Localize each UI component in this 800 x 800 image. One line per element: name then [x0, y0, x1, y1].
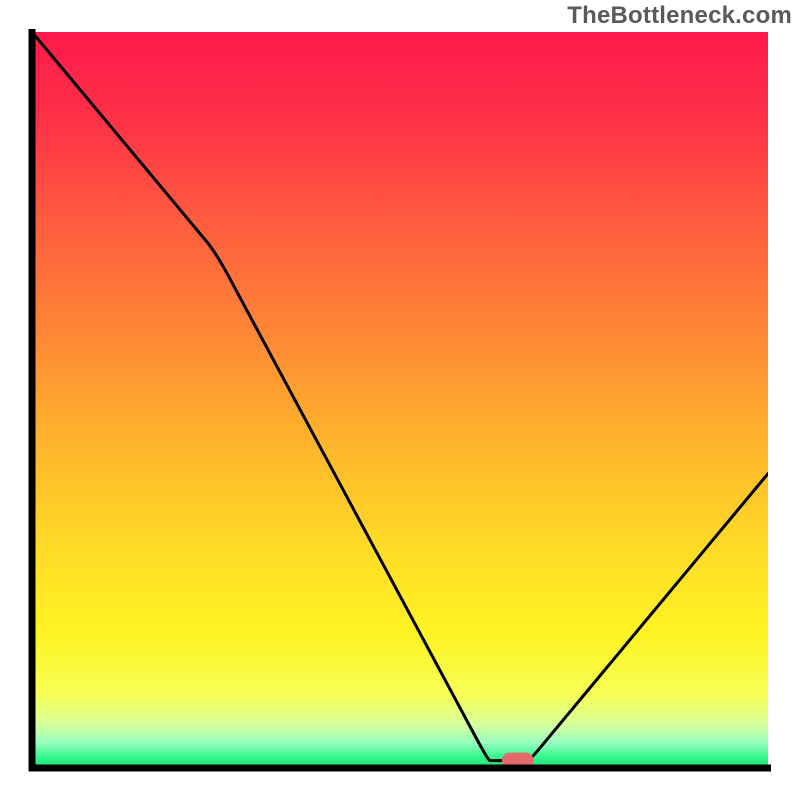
watermark-text: TheBottleneck.com — [567, 2, 792, 30]
chart-background — [32, 32, 768, 768]
bottleneck-chart — [0, 0, 800, 800]
